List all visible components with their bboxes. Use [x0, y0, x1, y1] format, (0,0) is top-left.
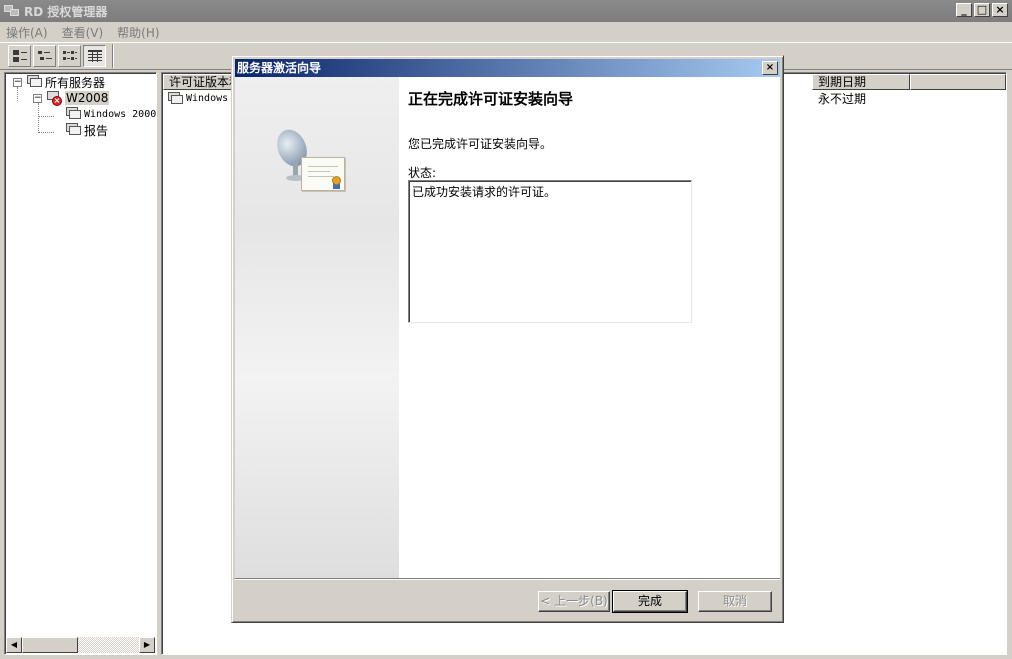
scroll-left-arrow-icon[interactable]: ◀	[6, 637, 22, 653]
collapse-toggle[interactable]: −	[33, 93, 42, 103]
activation-wizard-dialog: 服务器激活向导 × 正在完成许可证安装向导 您已完成许可证安装向导。 状态: 已…	[231, 55, 784, 623]
tree-item-reports[interactable]: 报告	[65, 122, 108, 138]
list-icon	[62, 50, 77, 62]
dialog-title: 服务器激活向导	[237, 61, 322, 75]
toolbar-separator	[112, 44, 114, 68]
tree-line	[38, 132, 54, 133]
large-icons-icon	[12, 50, 27, 62]
scroll-right-arrow-icon[interactable]: ▶	[139, 637, 155, 653]
scroll-thumb[interactable]	[22, 637, 78, 653]
dialog-title-bar: 服务器激活向导 ×	[235, 59, 780, 77]
reports-icon	[65, 123, 81, 137]
server-tree: − 所有服务器 − × W2008 Windows 2000 报告 ◀ ▶	[4, 72, 157, 655]
certificate	[301, 157, 345, 191]
details-icon	[87, 50, 102, 62]
small-icons-icon	[37, 50, 52, 62]
main-title-bar: RD 授权管理器 _ □ ×	[0, 0, 1012, 22]
finish-button[interactable]: 完成	[612, 590, 688, 613]
license-manager-icon	[4, 4, 20, 18]
wizard-side-panel	[235, 77, 399, 578]
certificate-satellite-icon	[271, 125, 355, 195]
window-controls: _ □ ×	[956, 3, 1008, 17]
large-icons-view-button[interactable]	[8, 45, 31, 67]
tree-horizontal-scrollbar[interactable]: ◀ ▶	[6, 637, 155, 653]
tree-item-label: 所有服务器	[45, 75, 106, 90]
menu-help[interactable]: 帮助(H)	[117, 24, 159, 41]
wizard-page: 正在完成许可证安装向导 您已完成许可证安装向导。 状态: 已成功安装请求的许可证…	[235, 77, 780, 578]
column-header-empty	[910, 74, 1006, 90]
list-item[interactable]: Windows	[167, 91, 228, 107]
license-program-icon	[65, 107, 81, 121]
menu-view[interactable]: 查看(V)	[62, 24, 104, 41]
tree-item-label: Windows 2000	[84, 108, 157, 120]
menu-action[interactable]: 操作(A)	[6, 24, 48, 41]
tree-item-label: W2008	[65, 91, 110, 105]
license-expiry: 永不过期	[818, 92, 867, 106]
details-view-button[interactable]	[83, 45, 106, 67]
menu-bar: 操作(A) 查看(V) 帮助(H)	[0, 22, 1012, 42]
status-label: 状态:	[408, 166, 437, 180]
tree-item-windows-2000[interactable]: Windows 2000	[65, 106, 156, 122]
wizard-heading: 正在完成许可证安装向导	[408, 90, 574, 108]
license-name: Windows	[186, 93, 229, 104]
tree-line	[38, 116, 54, 117]
tree-item-all-servers[interactable]: − 所有服务器	[13, 74, 105, 90]
wizard-message: 您已完成许可证安装向导。	[408, 137, 553, 151]
collapse-toggle[interactable]: −	[13, 77, 22, 87]
list-view-button[interactable]	[58, 45, 81, 67]
dialog-close-button[interactable]: ×	[762, 61, 778, 75]
close-button[interactable]: ×	[992, 3, 1008, 17]
minimize-button[interactable]: _	[956, 3, 972, 17]
small-icons-view-button[interactable]	[33, 45, 56, 67]
tree-line	[38, 103, 39, 133]
status-textbox[interactable]: 已成功安装请求的许可证。	[408, 180, 692, 323]
license-program-icon	[167, 92, 183, 106]
maximize-button[interactable]: □	[974, 3, 990, 17]
column-header-expiry-date[interactable]: 到期日期	[812, 74, 910, 90]
cancel-button[interactable]: 取消	[698, 591, 772, 612]
server-error-icon: ×	[46, 91, 62, 106]
status-text: 已成功安装请求的许可证。	[412, 185, 557, 199]
window-title: RD 授权管理器	[24, 4, 108, 19]
footer-divider	[235, 578, 780, 580]
back-button[interactable]: < 上一步(B)	[538, 591, 610, 612]
tree-item-label: 报告	[84, 123, 109, 138]
servers-icon	[26, 75, 42, 89]
tree-item-server[interactable]: − × W2008	[33, 90, 110, 106]
